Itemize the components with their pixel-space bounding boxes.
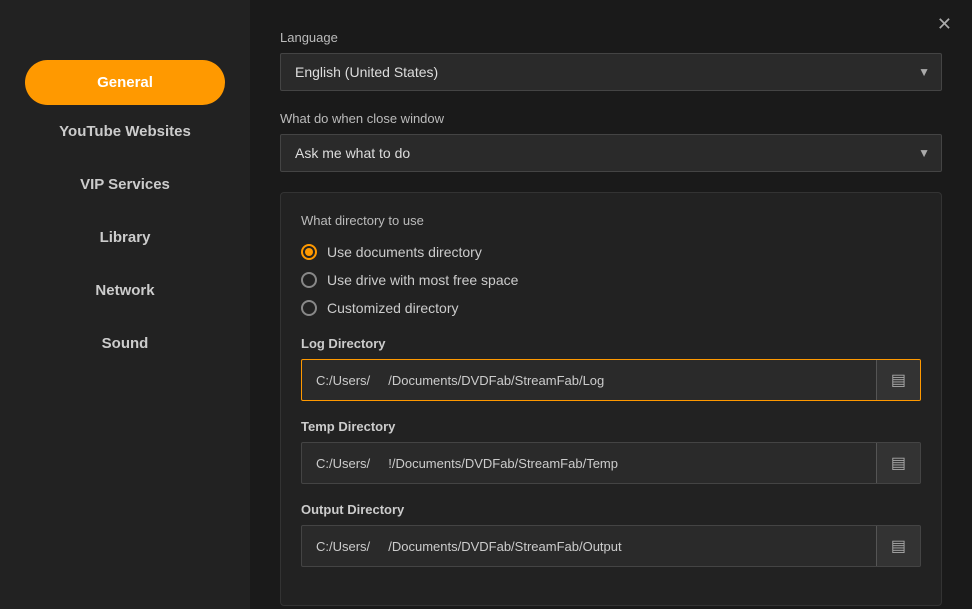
radio-label-docs: Use documents directory <box>327 244 482 260</box>
sidebar-item-network[interactable]: Network <box>0 264 250 317</box>
sidebar: General YouTube Websites VIP Services Li… <box>0 0 250 609</box>
radio-circle-docs <box>301 244 317 260</box>
radio-circle-custom <box>301 300 317 316</box>
radio-inner-docs <box>305 248 313 256</box>
close-window-select[interactable]: Ask me what to do Minimize to tray Exit … <box>280 134 942 172</box>
radio-group: Use documents directory Use drive with m… <box>301 244 921 316</box>
language-label: Language <box>280 30 942 45</box>
sidebar-item-youtube-websites[interactable]: YouTube Websites <box>0 105 250 158</box>
radio-option-custom[interactable]: Customized directory <box>301 300 921 316</box>
radio-label-custom: Customized directory <box>327 300 459 316</box>
language-select-wrapper: English (United States) Chinese (Simplif… <box>280 53 942 91</box>
output-directory-field: Output Directory ▤ <box>301 502 921 567</box>
log-directory-input[interactable] <box>302 363 876 398</box>
output-directory-input-row: ▤ <box>301 525 921 567</box>
log-directory-field: Log Directory ▤ <box>301 336 921 401</box>
radio-label-free: Use drive with most free space <box>327 272 518 288</box>
close-window-select-wrapper: Ask me what to do Minimize to tray Exit … <box>280 134 942 172</box>
output-directory-label: Output Directory <box>301 502 921 517</box>
log-directory-input-row: ▤ <box>301 359 921 401</box>
sidebar-item-sound[interactable]: Sound <box>0 317 250 370</box>
language-select[interactable]: English (United States) Chinese (Simplif… <box>280 53 942 91</box>
sidebar-item-vip-services[interactable]: VIP Services <box>0 158 250 211</box>
close-button[interactable]: ✕ <box>937 15 952 33</box>
directory-section-title: What directory to use <box>301 213 921 228</box>
temp-directory-label: Temp Directory <box>301 419 921 434</box>
radio-option-docs[interactable]: Use documents directory <box>301 244 921 260</box>
temp-directory-field: Temp Directory ▤ <box>301 419 921 484</box>
temp-directory-input-row: ▤ <box>301 442 921 484</box>
temp-directory-browse-button[interactable]: ▤ <box>876 443 920 483</box>
log-directory-browse-button[interactable]: ▤ <box>876 360 920 400</box>
directory-section: What directory to use Use documents dire… <box>280 192 942 606</box>
sidebar-item-general[interactable]: General <box>25 60 225 105</box>
sidebar-item-library[interactable]: Library <box>0 211 250 264</box>
radio-circle-free <box>301 272 317 288</box>
main-content: ✕ Language English (United States) Chine… <box>250 0 972 609</box>
output-directory-input[interactable] <box>302 529 876 564</box>
temp-directory-input[interactable] <box>302 446 876 481</box>
log-directory-label: Log Directory <box>301 336 921 351</box>
radio-option-free[interactable]: Use drive with most free space <box>301 272 921 288</box>
close-window-label: What do when close window <box>280 111 942 126</box>
output-directory-browse-button[interactable]: ▤ <box>876 526 920 566</box>
